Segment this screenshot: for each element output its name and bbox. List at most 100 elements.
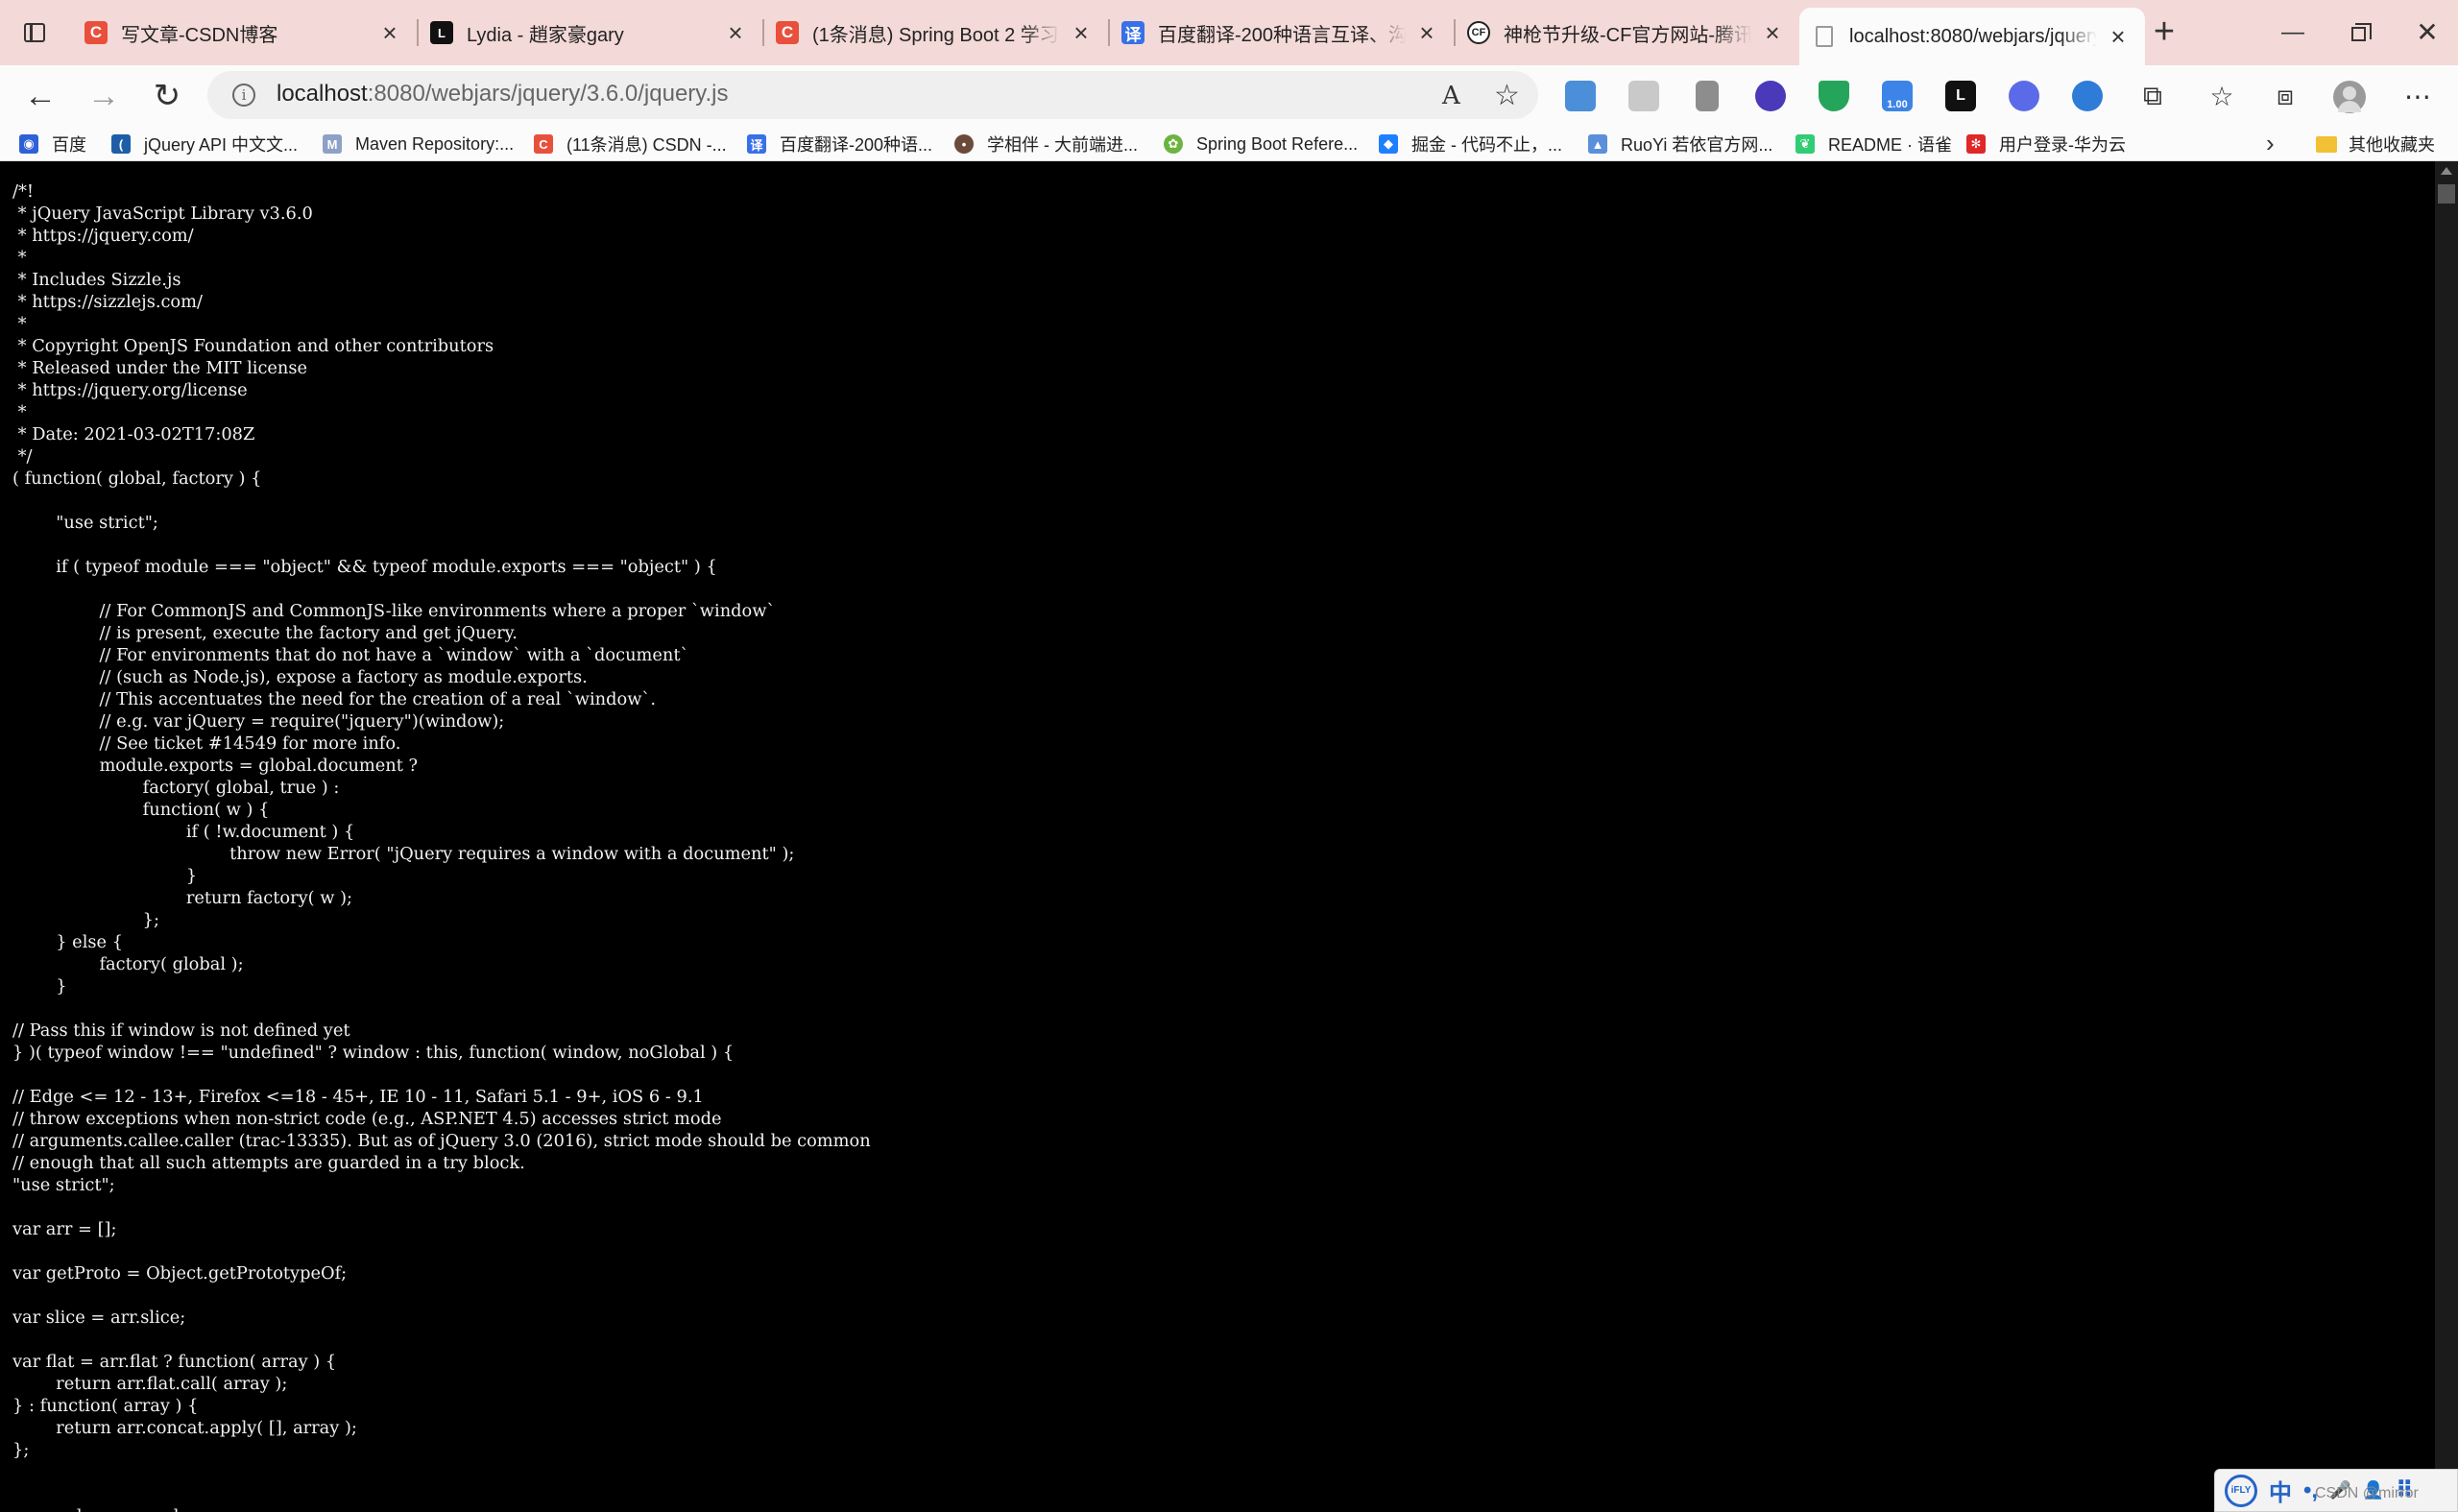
- baidu-paw-icon: ◉: [19, 134, 38, 154]
- image-extension-icon[interactable]: [1565, 81, 1596, 111]
- restore-icon: [2350, 23, 2372, 41]
- tab-baidu-translate[interactable]: 译 百度翻译-200种语言互译、沟通全世界 ×: [1108, 0, 1454, 65]
- folder-icon: [2316, 135, 2337, 153]
- ball-extension-icon[interactable]: [1755, 81, 1786, 111]
- url-host: localhost: [277, 81, 368, 107]
- minimize-button[interactable]: —: [2272, 13, 2314, 52]
- bookmark-juejin[interactable]: ◆ 掘金 - 代码不止，...: [1379, 130, 1562, 158]
- site-info-icon[interactable]: i: [232, 84, 255, 107]
- bookmark-label: 百度: [52, 135, 86, 155]
- bookmark-label: README · 语雀: [1828, 135, 1953, 155]
- tab-title: (1条消息) Spring Boot 2 学习笔记: [812, 24, 1060, 46]
- maven-icon: M: [323, 134, 342, 154]
- bookmark-maven[interactable]: M Maven Repository:...: [323, 130, 514, 158]
- monitor-extension-icon[interactable]: [1628, 81, 1659, 111]
- tab-close-button[interactable]: ×: [376, 19, 403, 46]
- forward-button[interactable]: →: [81, 73, 127, 119]
- page-icon: [1816, 26, 1833, 47]
- bookmark-label: jQuery API 中文文...: [144, 135, 299, 155]
- bookmark-yuque[interactable]: ❦ README · 语雀: [1795, 130, 1952, 158]
- badge-extension-icon[interactable]: 1.00: [1882, 81, 1913, 111]
- tab-close-button[interactable]: ×: [1068, 19, 1095, 46]
- other-favorites-label: 其他收藏夹: [2349, 135, 2435, 155]
- bookmark-csdn[interactable]: C (11条消息) CSDN -...: [534, 130, 727, 158]
- bookmark-label: 用户登录-华为云: [1999, 135, 2126, 155]
- ime-mode-toggle[interactable]: 中: [2269, 1474, 2292, 1508]
- lydia-extension-icon[interactable]: L: [1945, 81, 1976, 111]
- bubble-extension-icon[interactable]: [2009, 81, 2039, 111]
- vertical-scrollbar[interactable]: [2435, 161, 2458, 1512]
- scrollbar-thumb[interactable]: [2438, 184, 2455, 204]
- scroll-up-arrow-icon[interactable]: [2441, 167, 2452, 175]
- tab-title: 神枪节升级-CF官方网站-腾讯游戏: [1504, 24, 1751, 46]
- huawei-icon: ✻: [1966, 134, 1986, 154]
- tab-crossfire[interactable]: CF 神枪节升级-CF官方网站-腾讯游戏 ×: [1454, 0, 1799, 65]
- bookmark-label: RuoYi 若依官方网...: [1621, 135, 1773, 155]
- ime-punctuation-toggle[interactable]: •,: [2303, 1474, 2318, 1508]
- microphone-icon[interactable]: 🎤: [2329, 1474, 2350, 1508]
- tab-spring-boot-notes[interactable]: C (1条消息) Spring Boot 2 学习笔记 ×: [762, 0, 1108, 65]
- globe-extension-icon[interactable]: [2072, 81, 2103, 111]
- url-text[interactable]: localhost:8080/webjars/jquery/3.6.0/jque…: [277, 81, 729, 108]
- refresh-button[interactable]: ↻: [144, 73, 190, 119]
- user-icon[interactable]: 👤: [2363, 1474, 2384, 1508]
- ruoyi-icon: ▲: [1588, 134, 1607, 154]
- tab-close-button[interactable]: ×: [722, 19, 749, 46]
- tab-csdn-write[interactable]: C 写文章-CSDN博客 ×: [71, 0, 417, 65]
- spring-icon: ✿: [1164, 134, 1183, 154]
- tab-title: Lydia - 趙家豪gary: [467, 24, 624, 46]
- juejin-icon: ◆: [1379, 134, 1398, 154]
- tab-jquery-js[interactable]: localhost:8080/webjars/jquery/3.6.0/jque…: [1799, 8, 2145, 65]
- extensions-icon[interactable]: ⧉: [2135, 79, 2170, 113]
- reader-extension-icon[interactable]: [1696, 81, 1719, 111]
- tab-actions-menu-button[interactable]: [15, 13, 54, 52]
- bookmark-huawei-cloud[interactable]: ✻ 用户登录-华为云: [1966, 130, 2126, 158]
- bookmark-label: (11条消息) CSDN -...: [566, 135, 727, 155]
- tab-close-button[interactable]: ×: [1413, 19, 1440, 46]
- kuangstudy-icon: •: [954, 134, 974, 154]
- tab-strip: C 写文章-CSDN博客 × L Lydia - 趙家豪gary × C (1条…: [0, 0, 2458, 65]
- crossfire-icon: CF: [1467, 21, 1490, 44]
- bookmark-baidu-translate[interactable]: 译百度翻译-200种语...: [747, 130, 932, 158]
- address-bar[interactable]: i localhost:8080/webjars/jquery/3.6.0/jq…: [207, 71, 1538, 119]
- bookmark-label: 学相伴 - 大前端进...: [987, 135, 1138, 155]
- page-content: /*! * jQuery JavaScript Library v3.6.0 *…: [0, 161, 2435, 1512]
- other-favorites-folder[interactable]: 其他收藏夹: [2316, 130, 2435, 158]
- ime-logo-icon[interactable]: iFLY: [2225, 1474, 2257, 1507]
- tab-actions-icon: [24, 23, 45, 42]
- bookmark-kuangstudy[interactable]: • 学相伴 - 大前端进...: [954, 130, 1138, 158]
- yuque-icon: ❦: [1795, 134, 1815, 154]
- restore-button[interactable]: [2337, 13, 2379, 52]
- back-button[interactable]: ←: [17, 73, 63, 119]
- collections-icon[interactable]: ⧈: [2268, 79, 2302, 113]
- favorites-icon[interactable]: ☆: [2205, 79, 2239, 113]
- read-aloud-icon[interactable]: A: [1442, 82, 1460, 110]
- tab-close-button[interactable]: ×: [1759, 19, 1786, 46]
- tab-title: 百度翻译-200种语言互译、沟通全世界: [1158, 24, 1406, 46]
- source-code-text: /*! * jQuery JavaScript Library v3.6.0 *…: [12, 181, 871, 1512]
- bookmark-label: Spring Boot Refere...: [1196, 133, 1359, 154]
- bookmark-label: Maven Repository:...: [355, 133, 515, 154]
- tab-close-button[interactable]: ×: [2105, 23, 2132, 50]
- grid-menu-icon[interactable]: ⠿: [2396, 1474, 2414, 1508]
- more-menu-icon[interactable]: ⋯: [2400, 79, 2435, 113]
- tab-title: 写文章-CSDN博客: [121, 24, 278, 46]
- bookmark-baidu[interactable]: ◉ 百度: [19, 130, 86, 158]
- add-favorite-icon[interactable]: ☆: [1494, 79, 1520, 112]
- baidu-translate-icon: 译: [1121, 21, 1145, 44]
- bookmark-jquery-api[interactable]: ( jQuery API 中文文...: [111, 130, 298, 158]
- bookmark-label: 掘金 - 代码不止，...: [1411, 135, 1562, 155]
- tab-title: localhost:8080/webjars/jquery/3.6.0/jque…: [1849, 25, 2097, 47]
- close-window-button[interactable]: ✕: [2406, 13, 2448, 52]
- profile-avatar[interactable]: [2333, 81, 2366, 113]
- bookmark-label: 百度翻译-200种语...: [780, 135, 933, 155]
- tab-lydia[interactable]: L Lydia - 趙家豪gary ×: [417, 0, 762, 65]
- new-tab-button[interactable]: +: [2145, 13, 2183, 52]
- bookmark-ruoyi[interactable]: ▲ RuoYi 若依官方网...: [1588, 130, 1772, 158]
- bookmark-spring-boot[interactable]: ✿ Spring Boot Refere...: [1164, 130, 1358, 158]
- shield-extension-icon[interactable]: [1819, 81, 1849, 111]
- bookmarks-overflow-button[interactable]: ›: [2266, 129, 2275, 158]
- url-path: :8080/webjars/jquery/3.6.0/jquery.js: [367, 81, 729, 107]
- bookmarks-bar: ◉ 百度 ( jQuery API 中文文... M Maven Repository…: [0, 127, 2458, 161]
- jquery-icon: (: [111, 134, 131, 154]
